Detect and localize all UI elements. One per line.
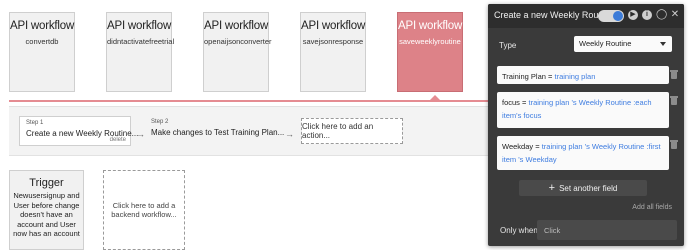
trigger-card[interactable]: Trigger Newusersignup and User before ch… <box>9 170 84 250</box>
step-number: Step 1 <box>26 120 44 126</box>
type-dropdown[interactable]: Weekly Routine <box>574 36 672 52</box>
field-name: Weekday <box>502 142 534 151</box>
only-when-input[interactable]: Click <box>537 220 677 240</box>
plus-icon: + <box>548 182 556 194</box>
selected-workflow-pointer <box>429 95 441 101</box>
trigger-description: Newusersignup and User before change doe… <box>13 191 80 238</box>
toggle-knob <box>613 11 623 21</box>
close-icon[interactable]: ✕ <box>670 10 680 20</box>
chevron-down-icon <box>660 42 666 46</box>
field-operator: = <box>548 72 553 81</box>
api-workflow-card-convertdb[interactable]: API workflow convertdb <box>9 12 75 92</box>
workflow-card-name: didntactivatefreetrial <box>107 37 175 46</box>
field-operator: = <box>535 142 540 151</box>
selected-workflow-divider <box>9 100 489 102</box>
workflow-card-name: convertdb <box>25 37 59 46</box>
field-training-plan[interactable]: Training Plan = training plan <box>497 66 669 84</box>
toggle-switch[interactable] <box>598 10 624 22</box>
delete-field-icon[interactable] <box>670 140 678 149</box>
step-label: Make changes to Test Training Plan... <box>151 128 285 137</box>
step-1-card[interactable]: Step 1 Create a new Weekly Routine... de… <box>19 116 138 146</box>
only-when-label: Only when <box>500 226 538 235</box>
workflow-card-name: saveweeklyroutine <box>399 37 461 46</box>
comment-icon[interactable]: ◯ <box>656 10 667 20</box>
editor-header: Create a new Weekly Routine... ▶ i ◯ ✕ <box>488 4 684 28</box>
field-weekday[interactable]: Weekday = training plan 's Weekly Routin… <box>497 136 669 170</box>
field-name: Training Plan <box>502 72 546 81</box>
field-operator: = <box>522 98 527 107</box>
add-action-button[interactable]: Click here to add an action... <box>301 118 403 144</box>
type-label: Type <box>499 41 517 50</box>
api-workflow-card-didntactivatefreetrial[interactable]: API workflow didntactivatefreetrial <box>106 12 175 92</box>
add-backend-workflow-button[interactable]: Click here to add a backend workflow... <box>103 170 185 250</box>
trigger-title: Trigger <box>29 177 64 189</box>
type-dropdown-value: Weekly Routine <box>579 39 632 48</box>
set-another-field-button[interactable]: + Set another field <box>519 180 647 196</box>
api-workflow-card-savejsonresponse[interactable]: API workflow savejsonresponse <box>300 12 366 92</box>
workflow-steps-panel: Step 1 Create a new Weekly Routine... de… <box>9 106 489 156</box>
workflow-card-title: API workflow <box>204 20 269 32</box>
workflow-card-title: API workflow <box>398 20 463 32</box>
editor-title: Create a new Weekly Routine... <box>494 10 598 20</box>
workflow-card-title: API workflow <box>107 20 172 32</box>
workflow-card-title: API workflow <box>10 20 75 32</box>
arrow-right-icon: → <box>285 129 294 139</box>
set-another-field-label: Set another field <box>559 183 618 193</box>
api-workflow-card-openaijsonconverter[interactable]: API workflow openaijsonconverter <box>203 12 272 92</box>
field-focus[interactable]: focus = training plan 's Weekly Routine … <box>497 92 669 128</box>
field-expression[interactable]: training plan <box>555 72 596 81</box>
play-icon[interactable]: ▶ <box>628 10 638 20</box>
info-icon[interactable]: i <box>642 10 652 20</box>
step-number: Step 2 <box>151 119 169 125</box>
field-name: focus <box>502 98 520 107</box>
delete-field-icon[interactable] <box>670 96 678 105</box>
delete-field-icon[interactable] <box>670 70 678 79</box>
property-editor-panel: Create a new Weekly Routine... ▶ i ◯ ✕ T… <box>488 4 684 246</box>
delete-step-link[interactable]: delete <box>110 137 126 143</box>
workflow-card-name: savejsonresponse <box>302 37 364 46</box>
arrow-right-icon: → <box>136 129 145 139</box>
workflow-card-name: openaijsonconverter <box>204 37 272 46</box>
step-2-card[interactable]: Step 2 Make changes to Test Training Pla… <box>151 116 284 146</box>
api-workflow-card-saveweeklyroutine[interactable]: API workflow saveweeklyroutine <box>397 12 463 92</box>
workflow-card-title: API workflow <box>301 20 366 32</box>
add-all-fields-link[interactable]: Add all fields <box>632 204 672 211</box>
